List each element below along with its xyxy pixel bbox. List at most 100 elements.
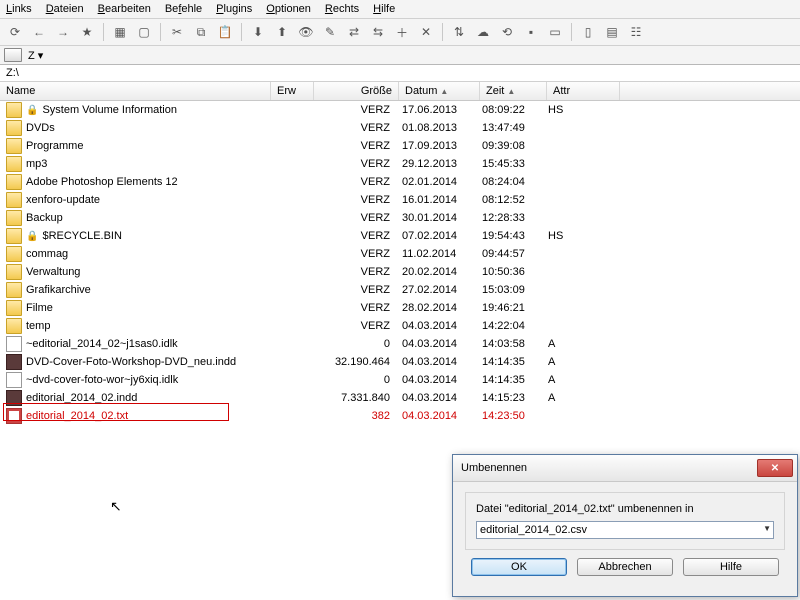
file-size: 32.190.464 [312, 356, 396, 368]
file-time: 14:15:23 [476, 392, 542, 404]
file-date: 04.03.2014 [396, 356, 476, 368]
brief-icon[interactable]: ▯ [577, 21, 599, 43]
rename-input[interactable] [476, 521, 774, 539]
header-attr[interactable]: Attr [547, 82, 620, 100]
full-icon[interactable]: ▤ [601, 21, 623, 43]
close-icon[interactable]: ✕ [757, 459, 793, 477]
file-time: 14:22:04 [476, 320, 542, 332]
newfolder-icon[interactable]: ＋ [391, 21, 413, 43]
terminal-icon[interactable]: ▪ [520, 21, 542, 43]
file-attr: A [542, 392, 614, 404]
menu-befehle[interactable]: Befehle [165, 3, 202, 15]
file-name: editorial_2014_02.txt [26, 410, 128, 422]
table-row[interactable]: GrafikarchiveVERZ27.02.201415:03:09 [0, 281, 800, 299]
table-row[interactable]: VerwaltungVERZ20.02.201410:50:36 [0, 263, 800, 281]
header-name[interactable]: Name [0, 82, 271, 100]
table-row[interactable]: ProgrammeVERZ17.09.201309:39:08 [0, 137, 800, 155]
file-attr: HS [542, 230, 614, 242]
drive-icon[interactable] [4, 48, 22, 62]
table-row[interactable]: editorial_2014_02.txt38204.03.201414:23:… [0, 407, 800, 425]
ok-button[interactable]: OK [471, 558, 567, 576]
path-bar[interactable]: Z:\ [0, 65, 800, 82]
file-attr: HS [542, 104, 614, 116]
net-icon[interactable]: ☁ [472, 21, 494, 43]
ftp-icon[interactable]: ⇅ [448, 21, 470, 43]
edit-icon[interactable]: ✎ [319, 21, 341, 43]
file-name: DVD-Cover-Foto-Workshop-DVD_neu.indd [26, 356, 236, 368]
select-icon[interactable]: ▦ [109, 21, 131, 43]
table-row[interactable]: ~dvd-cover-foto-wor~jy6xiq.idlk004.03.20… [0, 371, 800, 389]
lock-icon: 🔒 [26, 231, 38, 242]
file-size: 0 [312, 338, 396, 350]
dialog-titlebar[interactable]: Umbenennen ✕ [453, 455, 797, 482]
paste-icon[interactable]: 📋 [214, 21, 236, 43]
file-name: $RECYCLE.BIN [42, 230, 121, 242]
menu-hilfe[interactable]: Hilfe [373, 3, 395, 15]
favorite-icon[interactable]: ★ [76, 21, 98, 43]
file-size: VERZ [312, 284, 396, 296]
copy-icon[interactable]: ⧉ [190, 21, 212, 43]
table-row[interactable]: tempVERZ04.03.201414:22:04 [0, 317, 800, 335]
cancel-button[interactable]: Abbrechen [577, 558, 673, 576]
menu-bearbeiten[interactable]: Bearbeiten [98, 3, 151, 15]
table-row[interactable]: DVD-Cover-Foto-Workshop-DVD_neu.indd 32.1… [0, 353, 800, 371]
file-date: 28.02.2014 [396, 302, 476, 314]
file-attr: A [542, 374, 614, 386]
drive-letter[interactable]: Z ▾ [26, 49, 45, 62]
table-row[interactable]: xenforo-updateVERZ16.01.201408:12:52 [0, 191, 800, 209]
file-size: VERZ [312, 176, 396, 188]
table-row[interactable]: 🔒System Volume InformationVERZ17.06.2013… [0, 101, 800, 119]
table-row[interactable]: editorial_2014_02.indd7.331.84004.03.201… [0, 389, 800, 407]
table-row[interactable]: 🔒$RECYCLE.BINVERZ07.02.201419:54:43HS [0, 227, 800, 245]
file-name: ~editorial_2014_02~j1sas0.idlk [26, 338, 178, 350]
folder-icon [6, 300, 22, 316]
file-time: 14:03:58 [476, 338, 542, 350]
column-headers: Name Erw Größe Datum▲ Zeit▲ Attr [0, 82, 800, 101]
tree-icon[interactable]: ☷ [625, 21, 647, 43]
menu-optionen[interactable]: Optionen [266, 3, 311, 15]
file-size: VERZ [312, 194, 396, 206]
delete-icon[interactable]: ✕ [415, 21, 437, 43]
file-attr: A [542, 338, 614, 350]
header-date[interactable]: Datum▲ [399, 82, 480, 100]
file-date: 01.08.2013 [396, 122, 476, 134]
menu-plugins[interactable]: Plugins [216, 3, 252, 15]
file-name: commag [26, 248, 68, 260]
unpack-icon[interactable]: ⬆ [271, 21, 293, 43]
file-name: Verwaltung [26, 266, 80, 278]
header-time[interactable]: Zeit▲ [480, 82, 547, 100]
table-row[interactable]: Adobe Photoshop Elements 12VERZ02.01.201… [0, 173, 800, 191]
table-row[interactable]: FilmeVERZ28.02.201419:46:21 [0, 299, 800, 317]
help-button[interactable]: Hilfe [683, 558, 779, 576]
dialog-title: Umbenennen [461, 462, 527, 474]
file-date: 04.03.2014 [396, 392, 476, 404]
file-size: VERZ [312, 320, 396, 332]
header-size[interactable]: Größe [314, 82, 399, 100]
table-row[interactable]: ~editorial_2014_02~j1sas0.idlk004.03.201… [0, 335, 800, 353]
pack-icon[interactable]: ⬇ [247, 21, 269, 43]
back-icon[interactable]: ← [28, 21, 50, 43]
refresh-icon[interactable]: ⟳ [4, 21, 26, 43]
file-size: VERZ [312, 104, 396, 116]
notepad-icon[interactable]: ▭ [544, 21, 566, 43]
file-time: 14:23:50 [476, 410, 542, 422]
view-icon[interactable]: 👁 [295, 21, 317, 43]
file-name: Adobe Photoshop Elements 12 [26, 176, 178, 188]
menu-links[interactable]: Links [6, 3, 32, 15]
menu-dateien[interactable]: Dateien [46, 3, 84, 15]
move-icon[interactable]: ⇆ [367, 21, 389, 43]
menu-rechts[interactable]: Rechts [325, 3, 359, 15]
copy2-icon[interactable]: ⇄ [343, 21, 365, 43]
table-row[interactable]: commagVERZ11.02.201409:44:57 [0, 245, 800, 263]
table-row[interactable]: DVDsVERZ01.08.201313:47:49 [0, 119, 800, 137]
forward-icon[interactable]: → [52, 21, 74, 43]
sync-icon[interactable]: ⟲ [496, 21, 518, 43]
file-size: 7.331.840 [312, 392, 396, 404]
file-time: 19:46:21 [476, 302, 542, 314]
table-row[interactable]: BackupVERZ30.01.201412:28:33 [0, 209, 800, 227]
table-row[interactable]: mp3VERZ29.12.201315:45:33 [0, 155, 800, 173]
cut-icon[interactable]: ✂ [166, 21, 188, 43]
file-name: mp3 [26, 158, 47, 170]
header-ext[interactable]: Erw [271, 82, 314, 100]
unselect-icon[interactable]: ▢ [133, 21, 155, 43]
